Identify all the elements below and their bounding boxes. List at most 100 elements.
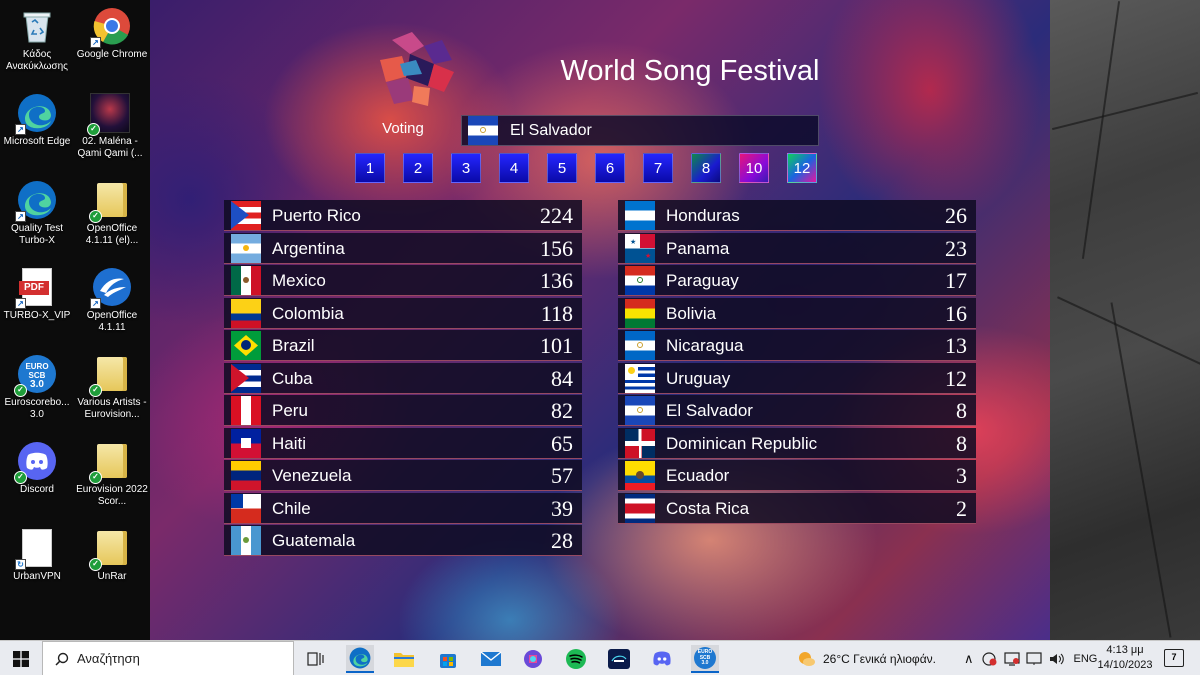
- points-tab-2[interactable]: 2: [403, 153, 433, 183]
- desktop-icon-quality-test[interactable]: ↗ Quality Test Turbo-X: [1, 180, 73, 247]
- country-points: 3: [956, 463, 967, 488]
- voting-label: Voting: [382, 120, 424, 137]
- edge-icon: ↗: [15, 93, 57, 135]
- discord-icon: ✓: [14, 441, 57, 484]
- chevron-up-icon[interactable]: ∧: [964, 651, 974, 667]
- taskbar-disney-plus[interactable]: [605, 645, 633, 673]
- desktop-icon-label: Google Chrome: [76, 49, 148, 60]
- points-tab-6[interactable]: 6: [595, 153, 625, 183]
- desktop-icon-discord[interactable]: ✓ Discord: [1, 441, 73, 496]
- openoffice-icon: ↗: [90, 267, 132, 309]
- desktop-icon-urbanvpn[interactable]: ↻ UrbanVPN: [1, 528, 73, 583]
- scoreboard-right-column: Honduras 26 ★ ★ Panama 23 Paraguay 17 Bol…: [618, 200, 976, 525]
- notification-center-button[interactable]: 7: [1164, 649, 1184, 667]
- security-icon[interactable]: [981, 651, 998, 666]
- desktop-icon-label: OpenOffice 4.1.11: [86, 310, 138, 333]
- points-tab-10[interactable]: 10: [739, 153, 769, 183]
- network-vpn-icon[interactable]: [1003, 651, 1020, 666]
- scoreboard-row: El Salvador 8: [618, 395, 976, 426]
- points-tab-3[interactable]: 3: [451, 153, 481, 183]
- country-points: 84: [551, 365, 573, 391]
- desktop-icon-openoffice[interactable]: ↗ OpenOffice 4.1.11: [76, 267, 148, 334]
- display-icon[interactable]: [1025, 651, 1042, 666]
- desktop-icon-google-chrome[interactable]: ↗ Google Chrome: [76, 6, 148, 61]
- folder-icon: ✓: [89, 440, 132, 484]
- taskbar-euroscoreboard[interactable]: EURO SCB 3.0: [691, 645, 719, 673]
- sun-cloud-icon: [799, 651, 815, 666]
- points-tab-4[interactable]: 4: [499, 153, 529, 183]
- panama-flag-icon: ★ ★: [625, 233, 655, 263]
- taskbar-clock[interactable]: 4:13 μμ 14/10/2023: [1092, 643, 1158, 673]
- euroscoreboard-icon-text: 3.0: [701, 660, 709, 666]
- desktop-icon-turbo-x-vip[interactable]: PDF ↗ TURBO-X_VIP: [1, 267, 73, 322]
- country-points: 26: [945, 203, 967, 228]
- cuba-flag-icon: [231, 363, 261, 393]
- country-points: 23: [945, 235, 967, 261]
- taskbar-microsoft-store[interactable]: [434, 645, 462, 673]
- brazil-flag-icon: [231, 331, 261, 360]
- taskbar-file-explorer[interactable]: [390, 645, 418, 673]
- scoreboard-row: Puerto Rico 224: [224, 200, 582, 231]
- taskbar-mail[interactable]: [477, 645, 505, 673]
- folder-icon: ✓: [89, 527, 132, 571]
- scoreboard-row: Chile 39: [224, 492, 582, 524]
- desktop-icon-eurovision-2022[interactable]: ✓ Eurovision 2022 Scor...: [76, 440, 148, 508]
- country-points: 101: [540, 333, 573, 358]
- scoreboard-row: Honduras 26: [618, 200, 976, 231]
- volume-icon[interactable]: [1048, 652, 1064, 666]
- country-points: 28: [551, 528, 573, 553]
- country-name: Venezuela: [272, 466, 352, 485]
- weather-widget[interactable]: 26°C Γενικά ηλιοφάν.: [796, 641, 936, 675]
- copilot-icon: [524, 650, 542, 668]
- points-tab-8[interactable]: 8: [691, 153, 721, 183]
- points-tab-12[interactable]: 12: [787, 153, 817, 183]
- desktop-icon-label: Eurovision 2022 Scor...: [76, 484, 148, 507]
- taskbar-discord[interactable]: [648, 645, 676, 673]
- festival-logo: [372, 30, 458, 110]
- country-name: Brazil: [272, 336, 315, 355]
- taskbar-edge[interactable]: [346, 645, 374, 673]
- discord-icon: [653, 651, 671, 666]
- country-points: 82: [551, 398, 573, 423]
- spotify-icon: [566, 649, 586, 669]
- country-points: 8: [956, 398, 967, 423]
- desktop-icon-label: Κάδος Ανακύκλωσης: [6, 49, 68, 72]
- country-points: 8: [956, 430, 967, 456]
- country-name: Costa Rica: [666, 498, 750, 518]
- country-name: Puerto Rico: [272, 206, 361, 225]
- task-view-button[interactable]: [302, 645, 330, 673]
- country-name: Argentina: [272, 238, 345, 258]
- store-icon: [440, 654, 456, 668]
- desktop-icon-unrar[interactable]: ✓ UnRar: [76, 527, 148, 583]
- taskbar-search-box[interactable]: Αναζήτηση: [42, 641, 294, 675]
- country-name: Chile: [272, 498, 311, 518]
- desktop-icon-various-artists[interactable]: ✓ Various Artists - Eurovision...: [76, 353, 148, 421]
- scoreboard-row: Cuba 84: [224, 362, 582, 394]
- start-button[interactable]: [0, 641, 42, 675]
- taskbar-copilot[interactable]: [519, 645, 547, 673]
- folder-icon: ✓: [89, 179, 132, 223]
- scoreboard-row: Mexico 136: [224, 265, 582, 296]
- desktop-icon-label: UrbanVPN: [13, 571, 61, 582]
- desktop-icon-openoffice-el[interactable]: ✓ OpenOffice 4.1.11 (el)...: [76, 179, 148, 247]
- desktop-icon-recycle-bin[interactable]: Κάδος Ανακύκλωσης: [1, 6, 73, 73]
- recycle-bin-icon: [17, 6, 57, 46]
- country-points: 13: [945, 333, 967, 358]
- scoreboard-row: Peru 82: [224, 395, 582, 426]
- costa-rica-flag-icon: [625, 493, 655, 523]
- points-tab-1[interactable]: 1: [355, 153, 385, 183]
- document-icon: ↻: [15, 528, 57, 570]
- euroscoreboard-icon-text: EURO: [25, 362, 49, 371]
- taskbar-spotify[interactable]: [562, 645, 590, 673]
- desktop-icon-label: Microsoft Edge: [3, 136, 71, 147]
- desktop-icon-malena-video[interactable]: ✓ 02. Maléna - Qami Qami (...: [74, 93, 146, 160]
- desktop-icon-microsoft-edge[interactable]: ↗ Microsoft Edge: [1, 93, 73, 148]
- points-tab-7[interactable]: 7: [643, 153, 673, 183]
- task-view-icon: [307, 652, 324, 666]
- venezuela-flag-icon: [231, 461, 261, 490]
- desktop-icon-euroscoreboard[interactable]: EURO SCB 3.0 ✓ Euroscorebo... 3.0: [1, 354, 73, 421]
- scoreboard-row: Dominican Republic 8: [618, 427, 976, 459]
- scoreboard-row: Nicaragua 13: [618, 330, 976, 361]
- country-points: 65: [551, 430, 573, 456]
- points-tab-5[interactable]: 5: [547, 153, 577, 183]
